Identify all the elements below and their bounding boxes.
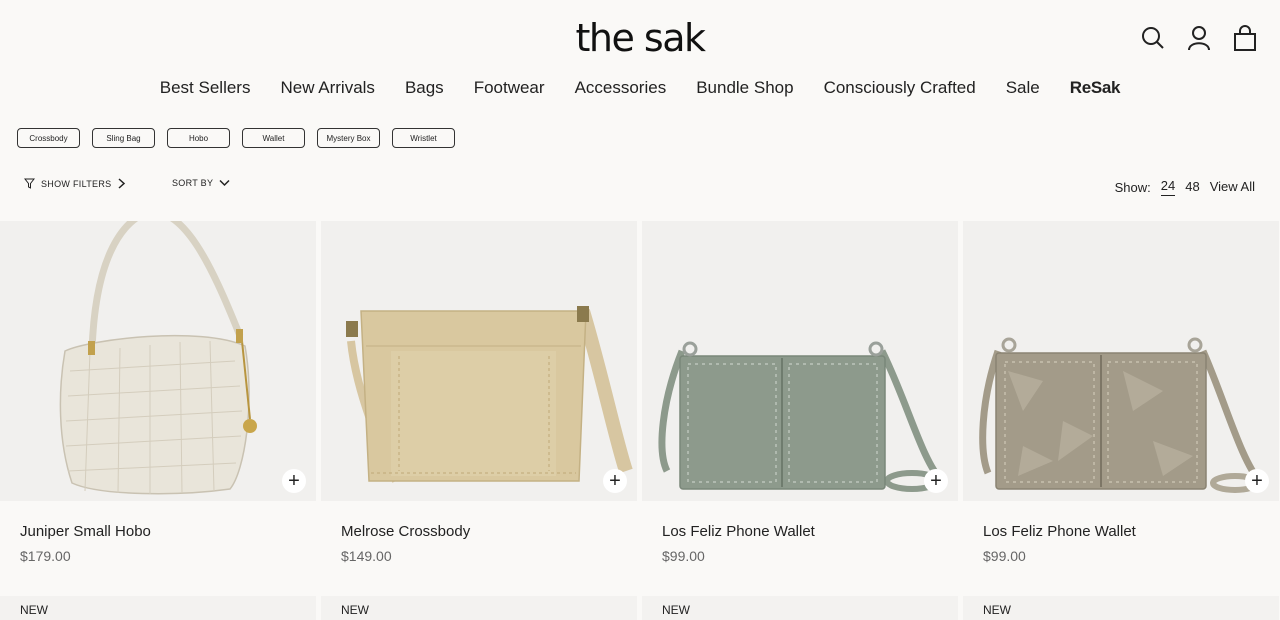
chevron-down-icon — [219, 179, 230, 187]
hobo-bag-image — [59, 221, 257, 495]
product-image[interactable]: + — [963, 221, 1279, 501]
show-label: Show: — [1114, 179, 1151, 195]
product-card[interactable]: NEW — [321, 596, 637, 620]
crossbody-bag-image — [346, 306, 633, 483]
category-chips: Crossbody Sling Bag Hobo Wallet Mystery … — [17, 128, 455, 148]
brand-logo[interactable]: the sak — [0, 14, 1280, 62]
chip-hobo[interactable]: Hobo — [167, 128, 230, 148]
nav-new-arrivals[interactable]: New Arrivals — [265, 74, 389, 102]
nav-consciously-crafted[interactable]: Consciously Crafted — [809, 74, 991, 102]
new-badge: NEW — [983, 603, 1011, 617]
new-badge: NEW — [662, 603, 690, 617]
next-product-row: NEW NEW NEW NEW — [0, 596, 1280, 620]
filter-icon — [24, 178, 35, 189]
show-view-all-option[interactable]: View All — [1210, 179, 1255, 196]
product-name[interactable]: Los Feliz Phone Wallet — [983, 523, 1279, 540]
chip-sling-bag[interactable]: Sling Bag — [92, 128, 155, 148]
product-card[interactable]: NEW — [642, 596, 958, 620]
product-price: $149.00 — [341, 548, 392, 564]
product-image[interactable]: + — [321, 221, 637, 501]
show-filters-label: SHOW FILTERS — [41, 178, 112, 189]
search-icon[interactable] — [1140, 24, 1166, 52]
add-to-bag-button[interactable]: + — [924, 469, 948, 493]
show-24-option[interactable]: 24 — [1160, 178, 1176, 196]
nav-accessories[interactable]: Accessories — [560, 74, 682, 102]
product-price: $99.00 — [983, 548, 1026, 564]
product-image[interactable]: + — [642, 221, 958, 501]
page-size-selector: Show: 24 48 View All — [1115, 178, 1260, 196]
chip-wristlet[interactable]: Wristlet — [392, 128, 455, 148]
product-card[interactable]: NEW — [0, 596, 316, 620]
sort-by-button[interactable]: SORT BY — [172, 178, 230, 188]
product-card: + Los Feliz Phone Wallet $99.00 — [963, 221, 1279, 564]
add-to-bag-button[interactable]: + — [1245, 469, 1269, 493]
product-name[interactable]: Juniper Small Hobo — [20, 523, 316, 540]
nav-best-sellers[interactable]: Best Sellers — [145, 74, 266, 102]
nav-bundle-shop[interactable]: Bundle Shop — [681, 74, 808, 102]
product-grid: + Juniper Small Hobo $179.00 + Melrose C… — [0, 221, 1280, 564]
product-price: $179.00 — [20, 548, 71, 564]
header-icons — [1140, 24, 1258, 52]
sort-by-label: SORT BY — [172, 178, 214, 188]
product-card: + Melrose Crossbody $149.00 — [321, 221, 637, 564]
account-icon[interactable] — [1186, 24, 1212, 52]
show-filters-button[interactable]: SHOW FILTERS — [24, 178, 126, 189]
new-badge: NEW — [20, 603, 48, 617]
new-badge: NEW — [341, 603, 369, 617]
product-name[interactable]: Los Feliz Phone Wallet — [662, 523, 958, 540]
main-nav: Best Sellers New Arrivals Bags Footwear … — [0, 74, 1280, 102]
nav-footwear[interactable]: Footwear — [459, 74, 560, 102]
product-image[interactable]: + — [0, 221, 316, 501]
product-card[interactable]: NEW — [963, 596, 1279, 620]
product-card: + Los Feliz Phone Wallet $99.00 — [642, 221, 958, 564]
chip-crossbody[interactable]: Crossbody — [17, 128, 80, 148]
chip-mystery-box[interactable]: Mystery Box — [317, 128, 380, 148]
nav-bags[interactable]: Bags — [390, 74, 459, 102]
nav-resak[interactable]: ReSak — [1055, 74, 1135, 102]
product-price: $99.00 — [662, 548, 705, 564]
nav-sale[interactable]: Sale — [991, 74, 1055, 102]
phone-wallet-green-image — [658, 341, 945, 492]
toolbar: SHOW FILTERS SORT BY Show: 24 48 View Al… — [24, 178, 1260, 196]
phone-wallet-metallic-image — [979, 337, 1264, 493]
bag-icon[interactable] — [1232, 24, 1258, 52]
chevron-right-icon — [118, 178, 126, 189]
show-48-option[interactable]: 48 — [1185, 179, 1199, 196]
product-card: + Juniper Small Hobo $179.00 — [0, 221, 316, 564]
add-to-bag-button[interactable]: + — [282, 469, 306, 493]
chip-wallet[interactable]: Wallet — [242, 128, 305, 148]
product-name[interactable]: Melrose Crossbody — [341, 523, 637, 540]
add-to-bag-button[interactable]: + — [603, 469, 627, 493]
